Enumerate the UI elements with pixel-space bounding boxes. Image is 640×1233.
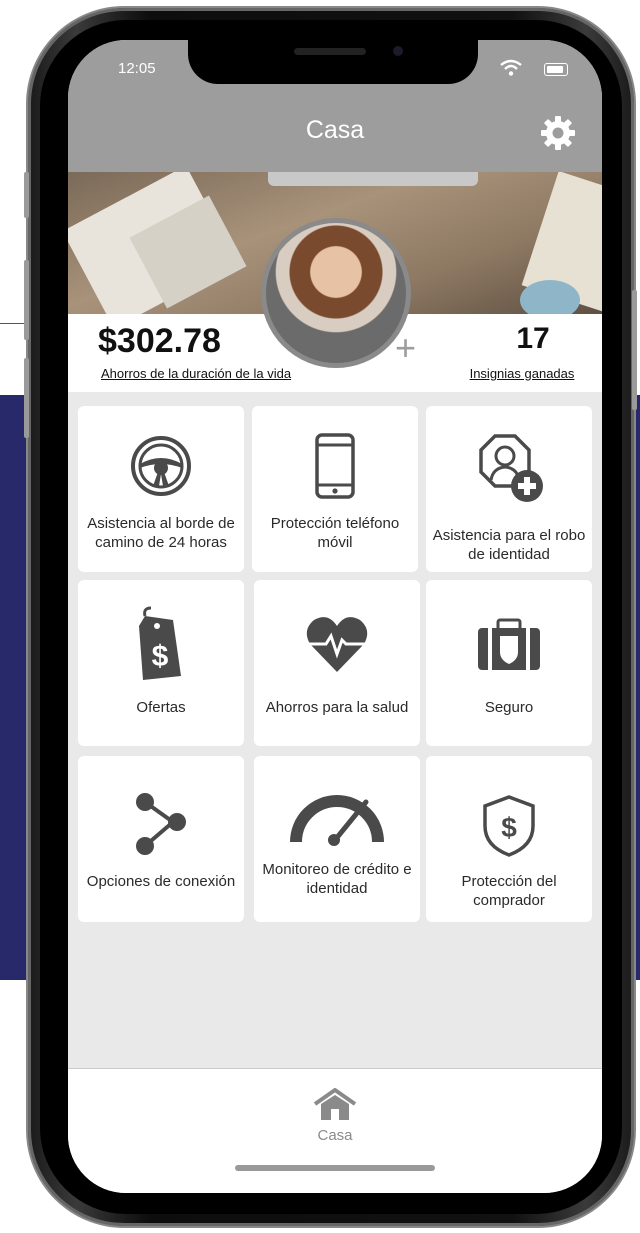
page-title: Casa [305, 116, 365, 144]
heart-pulse-icon [306, 617, 368, 672]
tile-connection-options[interactable]: Opciones de conexión [78, 756, 244, 922]
svg-text:$: $ [152, 640, 169, 673]
tile-label: Monitoreo de crédito e identidad [262, 861, 412, 897]
status-time: 12:05 [118, 60, 156, 77]
tile-label: Asistencia al borde de camino de 24 hora… [87, 515, 235, 551]
tile-mobile-protection[interactable]: Protección teléfono móvil [252, 406, 418, 572]
tile-credit-monitoring[interactable]: Monitoreo de crédito e identidad [254, 756, 420, 922]
volume-up-button [24, 260, 29, 340]
tile-label: Opciones de conexión [86, 873, 236, 890]
tile-label: Protección teléfono móvil [270, 515, 400, 551]
front-camera [393, 46, 403, 56]
bottom-tab-bar: Casa [68, 1068, 602, 1193]
phone-screen: 12:05 Casa $302.78 Ahorros de la duració… [68, 40, 602, 1193]
gear-icon[interactable] [539, 114, 577, 152]
tab-home-label[interactable]: Casa [68, 1127, 602, 1144]
gauge-icon [290, 795, 384, 846]
svg-text:$: $ [501, 812, 517, 843]
banner-laptop [268, 172, 478, 186]
home-icon[interactable] [311, 1088, 359, 1122]
insurance-briefcase-icon [478, 618, 540, 670]
mute-switch [24, 172, 29, 218]
shield-dollar-icon: $ [483, 795, 535, 857]
tile-insurance[interactable]: Seguro [426, 580, 592, 746]
avatar[interactable] [261, 218, 411, 368]
price-tag-icon: $ [139, 606, 181, 680]
plus-icon[interactable]: + [395, 330, 416, 366]
banner-coffee-cup [520, 280, 580, 314]
tile-label: Seguro [484, 699, 534, 716]
speaker [294, 48, 366, 55]
tile-label: Ofertas [136, 699, 186, 716]
tile-label: Asistencia para el robo de identidad [432, 527, 586, 563]
tile-buyer-protection[interactable]: $ Protección del comprador [426, 756, 592, 922]
battery-icon [544, 63, 568, 76]
power-button [632, 290, 637, 410]
tile-identity-theft[interactable]: Asistencia para el robo de identidad [426, 406, 592, 572]
tile-offers[interactable]: $ Ofertas [78, 580, 244, 746]
volume-down-button [24, 358, 29, 438]
steering-wheel-icon [131, 436, 191, 496]
identity-theft-icon [479, 434, 543, 502]
wifi-icon [500, 59, 522, 76]
lifetime-savings-link[interactable]: Ahorros de la duración de la vida [101, 366, 291, 381]
tile-roadside-assistance[interactable]: Asistencia al borde de camino de 24 hora… [78, 406, 244, 572]
badges-count: 17 [516, 322, 550, 355]
mobile-phone-icon [315, 433, 355, 499]
tile-health-savings[interactable]: Ahorros para la salud [254, 580, 420, 746]
tile-label: Ahorros para la salud [265, 699, 409, 716]
notch [188, 40, 478, 84]
badges-link[interactable]: Insignias ganadas [458, 366, 586, 381]
lifetime-savings-value: $302.78 [98, 322, 221, 360]
tile-label: Protección del comprador [461, 873, 557, 909]
share-icon [136, 793, 186, 855]
home-indicator [235, 1165, 435, 1171]
